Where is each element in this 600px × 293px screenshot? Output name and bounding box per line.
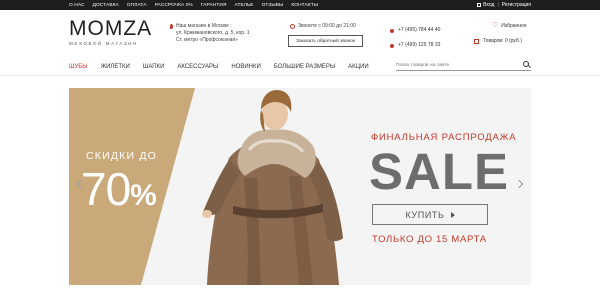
nav-item-accessories[interactable]: АКСЕССУАРЫ bbox=[177, 64, 218, 70]
phone-number: +7 (499) 125 78 33 bbox=[398, 42, 441, 48]
cart-summary: Товаров: 0 (руб.) bbox=[483, 38, 522, 44]
cart-link[interactable]: Товаров: 0 (руб.) bbox=[474, 38, 522, 44]
top-nav-delivery[interactable]: ДОСТАВКА bbox=[93, 3, 119, 8]
nav-item-promotions[interactable]: АКЦИИ bbox=[348, 64, 369, 70]
sale-headline: SALE bbox=[369, 143, 510, 200]
final-sale-label: ФИНАЛЬНАЯ РАСПРОДАЖА bbox=[371, 132, 517, 143]
top-nav: О НАС ДОСТАВКА ОПЛАТА РАССРОЧКА 0% ГАРАН… bbox=[69, 0, 326, 10]
address-line-2: ул. Кржижановского, д. 5, кор. 1 bbox=[176, 30, 250, 36]
search-input[interactable] bbox=[396, 62, 516, 68]
shopping-bag-icon bbox=[474, 38, 479, 44]
working-hours: Звоните с 09:00 до 21:00 bbox=[290, 23, 356, 29]
favorites-label: Избранное bbox=[501, 23, 527, 29]
nav-item-large-sizes[interactable]: БОЛЬШИЕ РАЗМЕРЫ bbox=[274, 64, 335, 70]
phone-icon bbox=[390, 28, 394, 33]
header-divider bbox=[0, 75, 600, 76]
search-bar bbox=[396, 60, 531, 71]
logo[interactable]: MOMZA МЕХОВОЙ МАГАЗИН bbox=[69, 17, 153, 47]
nav-item-fur-coats[interactable]: ШУБЫ bbox=[69, 64, 88, 70]
auth-links: Вход | Регистрация bbox=[477, 0, 531, 10]
top-nav-installment[interactable]: РАССРОЧКА 0% bbox=[155, 3, 193, 8]
address-line-1: Наш магазин в Москве : bbox=[176, 23, 232, 29]
top-nav-atelier[interactable]: АТЕЛЬЕ bbox=[235, 3, 254, 8]
search-icon[interactable] bbox=[523, 61, 529, 67]
top-nav-contacts[interactable]: КОНТАКТЫ bbox=[291, 3, 318, 8]
callback-button[interactable]: Заказать обратный звонок bbox=[288, 35, 363, 47]
phone-row[interactable]: +7 (495) 784 44 40 bbox=[390, 23, 440, 38]
login-link[interactable]: Вход bbox=[483, 2, 494, 8]
top-nav-warranty[interactable]: ГАРАНТИЯ bbox=[201, 3, 227, 8]
top-nav-about[interactable]: О НАС bbox=[69, 3, 85, 8]
heart-icon: ♡ bbox=[492, 22, 499, 29]
sale-deadline: ТОЛЬКО ДО 15 МАРТА bbox=[372, 234, 487, 245]
play-arrow-icon bbox=[450, 211, 455, 218]
auth-separator: | bbox=[497, 2, 499, 8]
store-address: Наш магазин в Москве : ул. Кржижановског… bbox=[170, 23, 276, 44]
map-pin-icon bbox=[170, 24, 173, 29]
phone-list: +7 (495) 784 44 40 +7 (499) 125 78 33 bbox=[390, 23, 440, 53]
discount-number: 70 bbox=[81, 163, 131, 215]
phone-number: +7 (495) 784 44 40 bbox=[398, 27, 441, 33]
phone-icon bbox=[390, 43, 394, 48]
address-line-3: Ст. метро «Профсоюзная» bbox=[176, 37, 238, 43]
lock-icon bbox=[477, 3, 482, 7]
buy-button-label: КУПИТЬ bbox=[405, 209, 445, 220]
phone-row[interactable]: +7 (499) 125 78 33 bbox=[390, 38, 440, 53]
buy-button[interactable]: КУПИТЬ bbox=[372, 204, 488, 225]
discount-label: СКИДКИ ДО bbox=[86, 150, 158, 162]
promo-banner[interactable]: СКИДКИ ДО 70% ФИНАЛЬНАЯ РАСПРОДАЖА SALE … bbox=[69, 88, 531, 285]
top-nav-reviews[interactable]: ОТЗЫВЫ bbox=[262, 3, 284, 8]
clock-icon bbox=[290, 23, 295, 29]
nav-item-vests[interactable]: ЖИЛЕТКИ bbox=[101, 64, 130, 70]
logo-brand: MOMZA bbox=[69, 17, 153, 40]
discount-value: 70% bbox=[81, 163, 157, 221]
favorites-link[interactable]: ♡ Избранное bbox=[492, 22, 527, 29]
discount-percent-sign: % bbox=[130, 179, 157, 212]
nav-item-new[interactable]: НОВИНКИ bbox=[231, 64, 260, 70]
nav-item-hats[interactable]: ШАПКИ bbox=[143, 64, 165, 70]
model-in-fur-coat-image bbox=[202, 90, 343, 285]
main-nav: ШУБЫ ЖИЛЕТКИ ШАПКИ АКСЕССУАРЫ НОВИНКИ БО… bbox=[69, 62, 382, 72]
logo-tagline: МЕХОВОЙ МАГАЗИН bbox=[69, 41, 138, 46]
top-nav-payment[interactable]: ОПЛАТА bbox=[127, 3, 147, 8]
register-link[interactable]: Регистрация bbox=[502, 2, 531, 8]
hours-text: Звоните с 09:00 до 21:00 bbox=[298, 23, 356, 29]
